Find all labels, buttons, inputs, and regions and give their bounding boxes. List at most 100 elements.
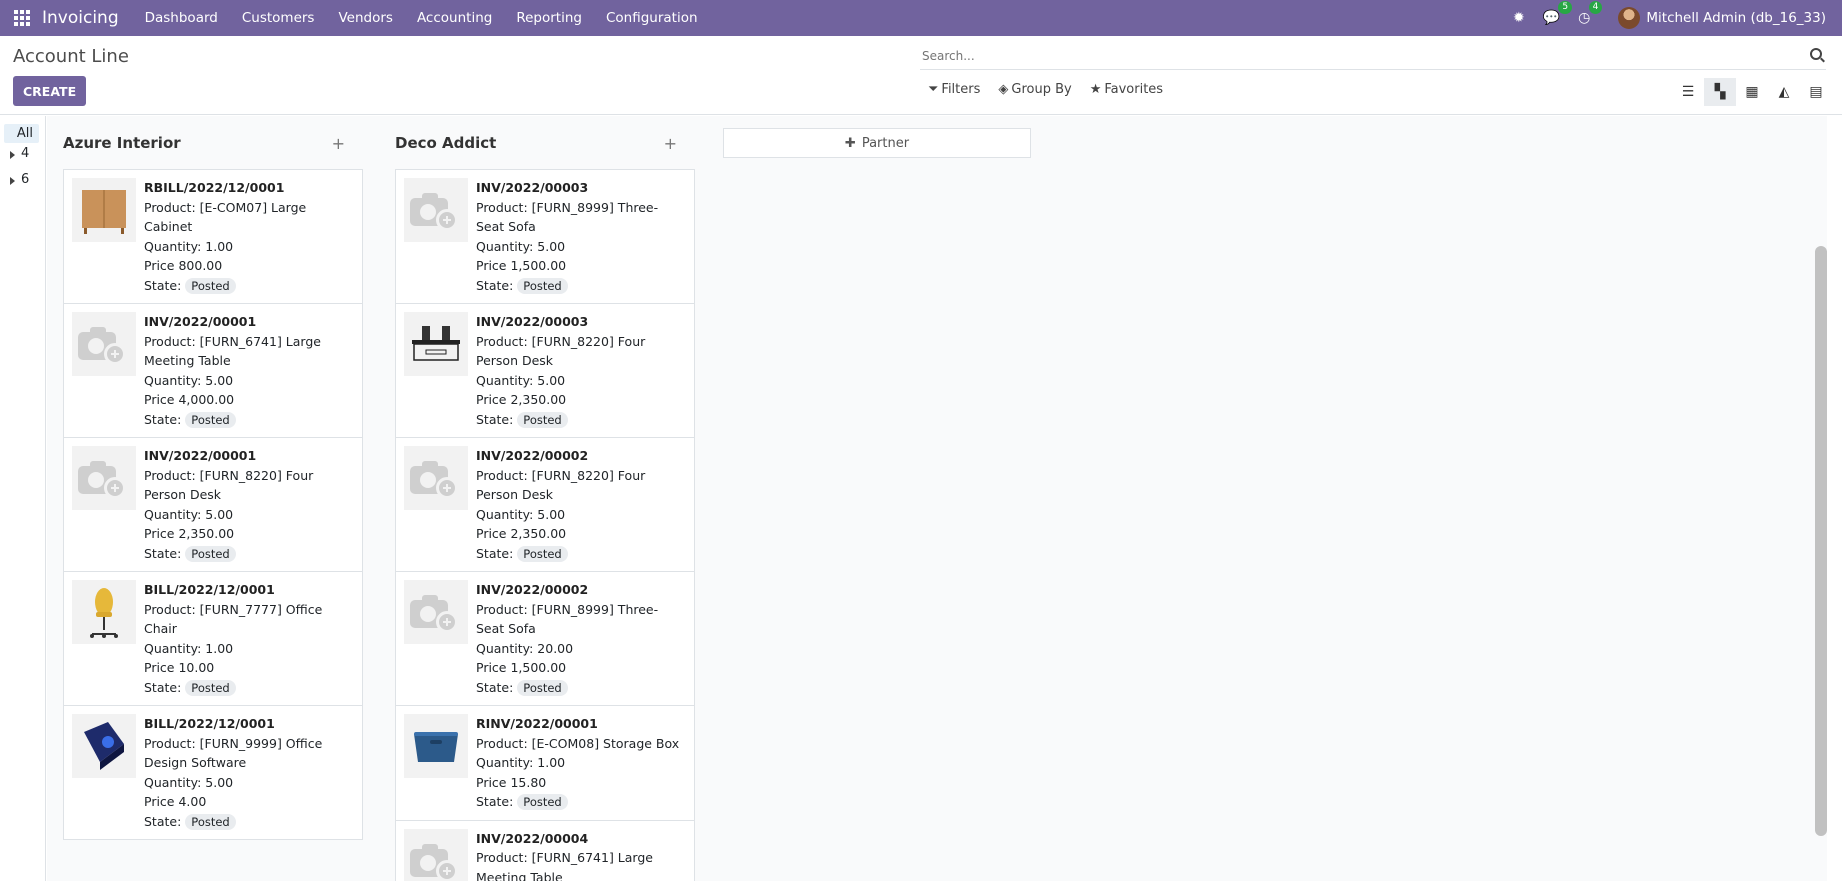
quick-create-icon[interactable]: + <box>664 134 677 153</box>
create-button[interactable]: CREATE <box>13 76 87 106</box>
bug-icon[interactable]: ✹ <box>1513 10 1525 26</box>
kanban-card[interactable]: INV/2022/00003 Product: [FURN_8220] Four … <box>395 303 695 438</box>
avatar <box>1618 7 1641 29</box>
sidebar-item-label: 6 <box>21 172 30 187</box>
card-reference: INV/2022/00002 <box>476 582 589 597</box>
card-product: Product: [FURN_8999] Three-Seat Sofa <box>476 199 659 235</box>
kanban-card[interactable]: BILL/2022/12/0001 Product: [FURN_9999] Of… <box>63 705 363 840</box>
menu-reporting[interactable]: Reporting <box>504 0 594 36</box>
status-badge: Posted <box>517 277 568 294</box>
search-icon[interactable] <box>1810 48 1822 60</box>
card-state-label: State: <box>144 813 182 829</box>
pivot-view-icon[interactable]: ▦ <box>1736 78 1768 106</box>
messages-icon[interactable]: 💬 5 <box>1543 1 1573 26</box>
graph-view-icon[interactable]: ◭ <box>1768 78 1800 106</box>
storage-box-image <box>414 732 458 762</box>
favorites-button[interactable]: ★ Favorites <box>1090 82 1163 97</box>
sidebar-item-all[interactable]: All <box>4 124 39 143</box>
quick-create-icon[interactable]: + <box>332 134 345 153</box>
camera-placeholder-icon <box>78 325 130 365</box>
status-badge: Posted <box>517 411 568 428</box>
navbar-systray: ✹ 💬 5 ◷ 4 Mitchell Admin (db_16_33) <box>1513 0 1826 36</box>
card-product: Product: [FURN_7777] Office Chair <box>144 601 323 637</box>
card-state-label: State: <box>476 411 514 427</box>
groupby-button[interactable]: ◈ Group By <box>998 82 1071 97</box>
card-price: Price 4.00 <box>144 794 207 809</box>
card-state-row: State: Posted <box>476 544 686 564</box>
card-product: Product: [FURN_6741] Large Meeting Table <box>476 850 653 881</box>
menu-accounting[interactable]: Accounting <box>405 0 504 36</box>
menu-customers[interactable]: Customers <box>230 0 327 36</box>
apps-menu-icon[interactable] <box>14 10 30 26</box>
menu-vendors[interactable]: Vendors <box>326 0 404 36</box>
card-product: Product: [FURN_8220] Four Person Desk <box>144 467 314 503</box>
app-name[interactable]: Invoicing <box>42 8 119 28</box>
camera-placeholder-icon <box>410 191 462 231</box>
sidebar-item-6[interactable]: 6 <box>0 169 45 195</box>
card-reference: RBILL/2022/12/0001 <box>144 180 285 195</box>
kanban-card[interactable]: INV/2022/00001 Product: [FURN_8220] Four … <box>63 437 363 572</box>
camera-placeholder-icon <box>410 459 462 499</box>
card-state-label: State: <box>144 545 182 561</box>
star-icon: ★ <box>1089 82 1102 97</box>
card-reference: INV/2022/00002 <box>476 448 589 463</box>
card-price: Price 4,000.00 <box>144 392 235 407</box>
card-state-label: State: <box>476 794 514 809</box>
card-quantity: Quantity: 5.00 <box>476 372 566 388</box>
card-product: Product: [FURN_8999] Three-Seat Sofa <box>476 601 659 637</box>
list-view-icon[interactable]: ☰ <box>1672 78 1704 106</box>
kanban-card[interactable]: INV/2022/00002 Product: [FURN_8220] Four … <box>395 437 695 572</box>
card-quantity: Quantity: 5.00 <box>476 238 566 254</box>
filters-label: Filters <box>941 82 981 97</box>
card-price: Price 1,500.00 <box>476 660 567 675</box>
product-image <box>404 178 468 242</box>
kanban-card[interactable]: INV/2022/00002 Product: [FURN_8999] Three… <box>395 571 695 706</box>
add-column-label: Partner <box>861 135 910 151</box>
product-image <box>404 828 468 881</box>
card-quantity: Quantity: 1.00 <box>144 238 234 254</box>
activity-clock-icon[interactable]: ◷ 4 <box>1578 1 1603 26</box>
card-product: Product: [E-COM07] Large Cabinet <box>144 199 307 235</box>
search-input[interactable] <box>920 43 1780 68</box>
kanban-column-azure-interior: Azure Interior + RBILL/2022/12/0001 Produ… <box>47 116 363 840</box>
kanban-card[interactable]: RINV/2022/00001 Product: [E-COM08] Storag… <box>395 705 695 821</box>
kanban-card[interactable]: BILL/2022/12/0001 Product: [FURN_7777] Of… <box>63 571 363 706</box>
kanban-view-icon[interactable]: ▚ <box>1704 78 1736 106</box>
menu-configuration[interactable]: Configuration <box>594 0 710 36</box>
card-price: Price 1,500.00 <box>476 258 567 273</box>
user-name: Mitchell Admin (db_16_33) <box>1646 10 1826 26</box>
menu-dashboard[interactable]: Dashboard <box>133 0 230 36</box>
user-menu[interactable]: Mitchell Admin (db_16_33) <box>1618 7 1826 29</box>
kanban-card[interactable]: RBILL/2022/12/0001 Product: [E-COM07] Lar… <box>63 169 363 304</box>
status-badge: Posted <box>185 813 236 830</box>
sidebar-item-4[interactable]: 4 <box>0 143 45 169</box>
card-reference: INV/2022/00003 <box>476 180 589 195</box>
card-state-label: State: <box>144 277 182 293</box>
add-column-button[interactable]: ✚ Partner <box>723 128 1031 158</box>
column-title: Deco Addict <box>395 134 497 152</box>
vertical-scrollbar[interactable] <box>1815 246 1827 836</box>
camera-placeholder-icon <box>410 842 462 881</box>
card-price: Price 10.00 <box>144 660 215 675</box>
kanban-card[interactable]: INV/2022/00001 Product: [FURN_6741] Large… <box>63 303 363 438</box>
column-header: Deco Addict + <box>379 116 679 170</box>
software-box-image <box>84 722 124 770</box>
card-state-row: State: Posted <box>144 812 354 832</box>
card-quantity: Quantity: 1.00 <box>476 755 566 770</box>
group-sidebar: All 4 6 <box>0 116 46 881</box>
card-price: Price 800.00 <box>144 258 223 273</box>
filters-button[interactable]: ⏷ Filters <box>928 82 980 97</box>
messages-badge: 5 <box>1558 1 1573 14</box>
card-quantity: Quantity: 5.00 <box>144 506 234 522</box>
kanban-card[interactable]: INV/2022/00003 Product: [FURN_8999] Three… <box>395 169 695 304</box>
card-reference: BILL/2022/12/0001 <box>144 716 275 731</box>
card-quantity: Quantity: 1.00 <box>144 640 234 656</box>
kanban-card[interactable]: INV/2022/00004 Product: [FURN_6741] Large… <box>395 819 695 881</box>
product-image <box>72 446 136 510</box>
card-product: Product: [FURN_8220] Four Person Desk <box>476 467 646 503</box>
sidebar-item-label: 4 <box>21 146 30 161</box>
page-title: Account Line <box>13 46 129 67</box>
card-reference: BILL/2022/12/0001 <box>144 582 275 597</box>
layers-icon: ◈ <box>998 82 1009 97</box>
calendar-view-icon[interactable]: ▤ <box>1800 78 1832 106</box>
